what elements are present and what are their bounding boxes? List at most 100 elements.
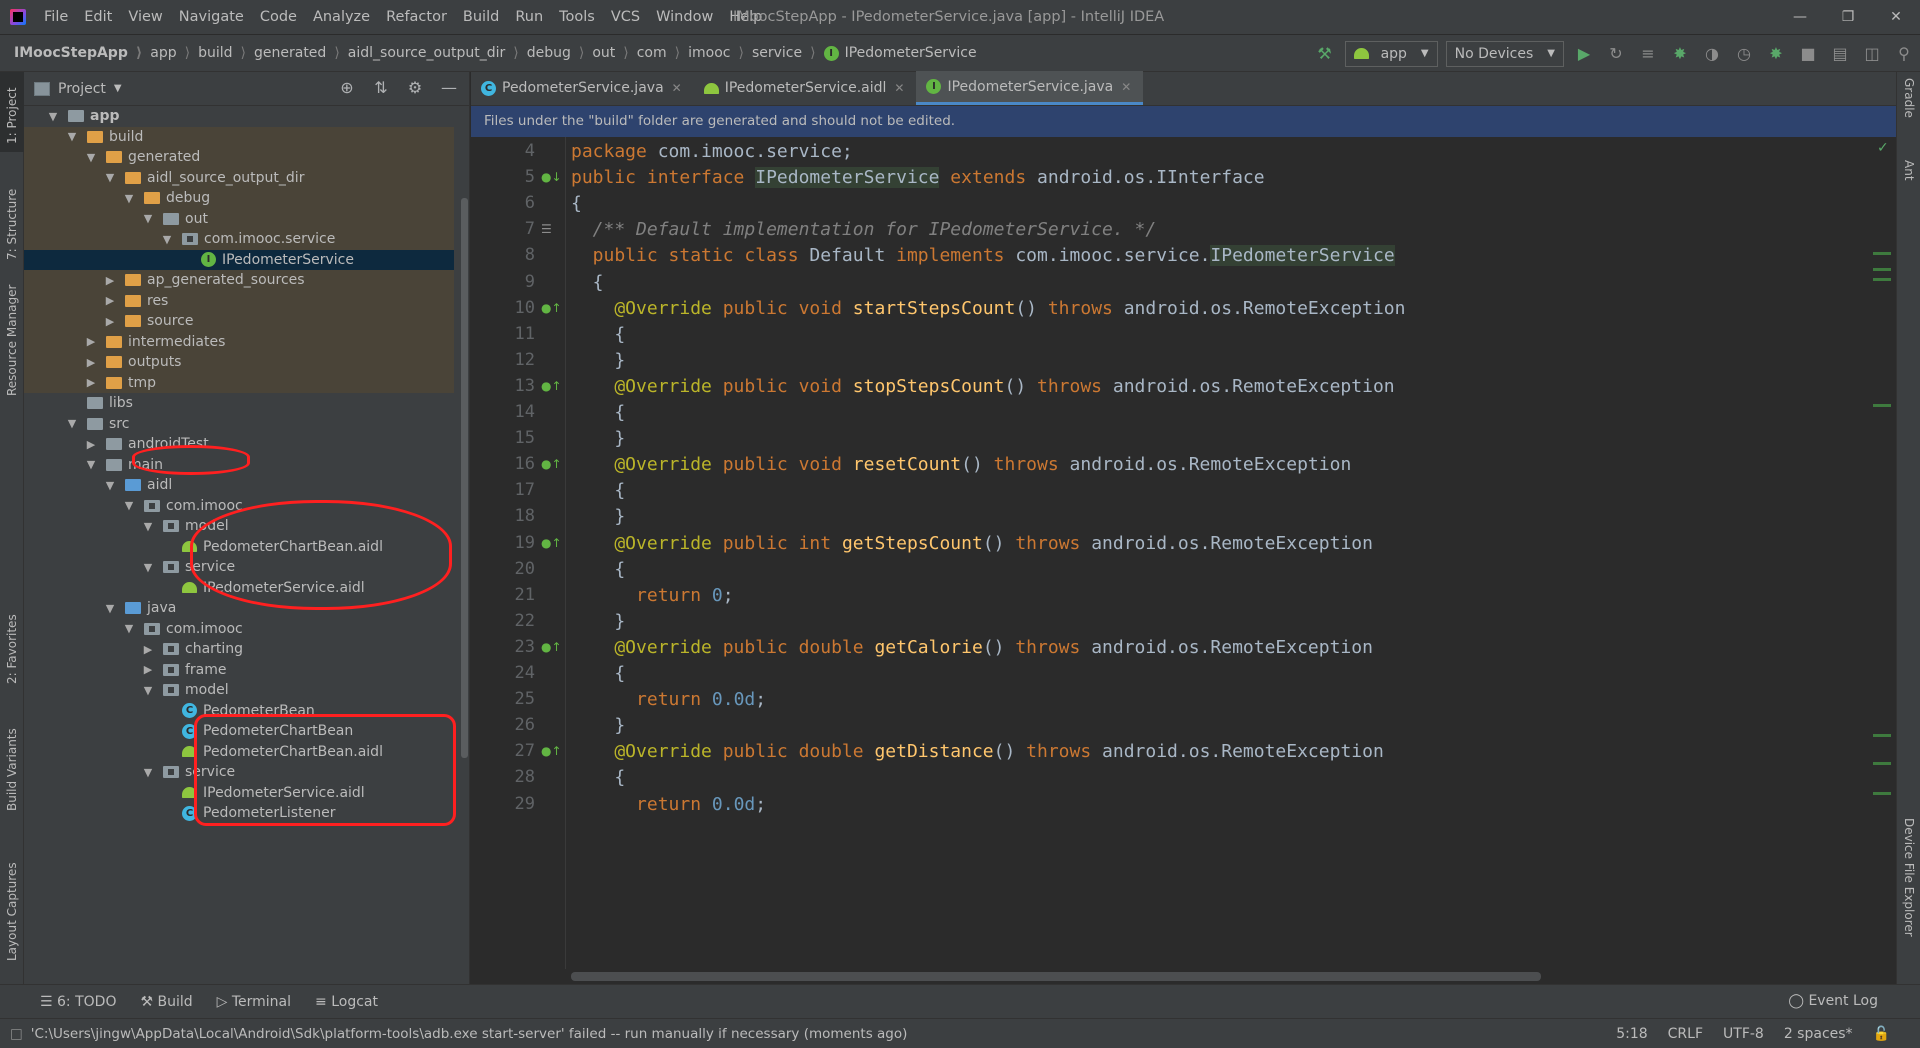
collapse-arrow-icon[interactable]: ▶	[84, 376, 98, 389]
render-doc-icon[interactable]: ☰	[541, 222, 552, 236]
project-panel-title[interactable]: Project	[58, 81, 106, 97]
tab-resource-manager[interactable]: Resource Manager	[0, 272, 24, 402]
tree-node[interactable]: ▶ res	[24, 290, 454, 311]
stop-icon[interactable]: ■	[1794, 40, 1822, 68]
breadcrumb-item[interactable]: aidl_source_output_dir ⟩	[348, 45, 527, 61]
menu-refactor[interactable]: Refactor	[378, 0, 455, 34]
expand-arrow-icon[interactable]: ▼	[65, 130, 79, 143]
restore-icon[interactable]: ❐	[1824, 0, 1872, 34]
expand-arrow-icon[interactable]: ▼	[65, 417, 79, 430]
menu-build[interactable]: Build	[455, 0, 507, 34]
expand-arrow-icon[interactable]: ▼	[122, 192, 136, 205]
minimize-icon[interactable]: —	[1776, 0, 1824, 34]
menu-edit[interactable]: Edit	[76, 0, 120, 34]
expand-arrow-icon[interactable]: ▼	[141, 212, 155, 225]
tree-node[interactable]: ▼ build	[24, 126, 454, 147]
tree-node[interactable]: ▼ debug	[24, 188, 454, 209]
tree-node[interactable]: ▶ tmp	[24, 372, 454, 393]
horizontal-scrollbar[interactable]	[571, 972, 1541, 981]
code-view[interactable]: 4 package com.imooc.service; 5 ●↓ public int…	[471, 137, 1896, 969]
tree-node[interactable]: ▶ ap_generated_sources	[24, 270, 454, 291]
tree-node[interactable]: ▶ source	[24, 311, 454, 332]
collapse-arrow-icon[interactable]: ▶	[141, 663, 155, 676]
collapse-all-icon[interactable]: ⇅	[369, 78, 393, 97]
terminal-button[interactable]: ▷ Terminal	[217, 994, 291, 1010]
tree-node[interactable]: ▼ out	[24, 208, 454, 229]
breadcrumb-item[interactable]: com ⟩	[637, 45, 688, 61]
menu-tools[interactable]: Tools	[551, 0, 603, 34]
tab-structure[interactable]: 7: Structure	[0, 168, 24, 268]
tab-project[interactable]: 1: Project	[0, 72, 24, 152]
locate-file-icon[interactable]: ⊕	[335, 78, 359, 97]
tree-node[interactable]: ▼ generated	[24, 147, 454, 168]
attach-debugger-icon[interactable]: ✸	[1762, 40, 1790, 68]
implemented-icon[interactable]: ●↓	[541, 170, 562, 184]
menu-window[interactable]: Window	[648, 0, 721, 34]
line-separator[interactable]: CRLF	[1668, 1026, 1703, 1042]
breadcrumb-item[interactable]: build ⟩	[198, 45, 254, 61]
debug-icon[interactable]: ✸	[1666, 40, 1694, 68]
gear-icon[interactable]: ⚙	[403, 78, 427, 97]
run-icon[interactable]: ▶	[1570, 40, 1598, 68]
override-icon[interactable]: ●↑	[541, 301, 562, 315]
collapse-arrow-icon[interactable]: ▶	[141, 643, 155, 656]
build-button[interactable]: ⚒ Build	[140, 994, 192, 1010]
tree-node[interactable]: I IPedometerService	[24, 249, 454, 270]
breadcrumb-item[interactable]: I IPedometerService	[823, 45, 977, 61]
tree-node[interactable]: ▶ outputs	[24, 352, 454, 373]
tree-node[interactable]: ▼ com.imooc.service	[24, 229, 454, 250]
rerun-icon[interactable]: ↻	[1602, 40, 1630, 68]
tree-node[interactable]: libs	[24, 393, 454, 414]
expand-arrow-icon[interactable]: ▼	[46, 110, 60, 123]
tab-build-variants[interactable]: Build Variants	[0, 707, 24, 817]
tree-node[interactable]: ▼ aidl_source_output_dir	[24, 167, 454, 188]
logcat-button[interactable]: ≡ Logcat	[315, 994, 378, 1010]
menu-file[interactable]: File	[36, 0, 76, 34]
tab-favorites[interactable]: 2: Favorites	[0, 592, 24, 692]
event-log-button[interactable]: ◯ Event Log	[1788, 993, 1878, 1009]
coverage-icon[interactable]: ◑	[1698, 40, 1726, 68]
tree-node[interactable]: ▼ src	[24, 414, 454, 435]
status-message[interactable]: 'C:\Users\jingw\AppData\Local\Android\Sd…	[31, 1026, 908, 1042]
menu-code[interactable]: Code	[252, 0, 305, 34]
apply-changes-icon[interactable]: ≡	[1634, 40, 1662, 68]
tree-node[interactable]: ▼ model	[24, 680, 454, 701]
expand-arrow-icon[interactable]: ▼	[122, 499, 136, 512]
tab-gradle[interactable]: Gradle	[1897, 72, 1920, 142]
tab-device-file-explorer[interactable]: Device File Explorer	[1897, 812, 1920, 972]
breadcrumb-item[interactable]: generated ⟩	[254, 45, 348, 61]
expand-arrow-icon[interactable]: ▼	[84, 458, 98, 471]
override-icon[interactable]: ●↑	[541, 379, 562, 393]
breadcrumb-item[interactable]: debug ⟩	[527, 45, 593, 61]
menu-run[interactable]: Run	[507, 0, 551, 34]
profile-icon[interactable]: ◷	[1730, 40, 1758, 68]
close-tab-icon[interactable]: ✕	[1121, 80, 1131, 94]
override-icon[interactable]: ●↑	[541, 744, 562, 758]
breadcrumb-item[interactable]: imooc ⟩	[688, 45, 752, 61]
close-tab-icon[interactable]: ✕	[672, 81, 682, 95]
expand-arrow-icon[interactable]: ▼	[141, 766, 155, 779]
sdk-manager-icon[interactable]: ▤	[1826, 40, 1854, 68]
tab-layout-captures[interactable]: Layout Captures	[0, 837, 24, 967]
collapse-arrow-icon[interactable]: ▶	[103, 274, 117, 287]
collapse-arrow-icon[interactable]: ▶	[84, 438, 98, 451]
breadcrumb-item[interactable]: app ⟩	[150, 45, 198, 61]
override-icon[interactable]: ●↑	[541, 536, 562, 550]
collapse-arrow-icon[interactable]: ▶	[103, 315, 117, 328]
status-toggle-icon[interactable]: □	[10, 1026, 23, 1042]
tree-node[interactable]: ▼ aidl	[24, 475, 454, 496]
indent-setting[interactable]: 2 spaces*	[1784, 1026, 1853, 1042]
expand-arrow-icon[interactable]: ▼	[141, 520, 155, 533]
project-structure-icon[interactable]: ◫	[1858, 40, 1886, 68]
project-scrollbar[interactable]	[461, 198, 468, 758]
search-icon[interactable]: ⚲	[1890, 40, 1918, 68]
breadcrumb-item[interactable]: IMoocStepApp ⟩	[14, 45, 150, 61]
chevron-down-icon[interactable]: ▼	[114, 83, 122, 94]
menu-view[interactable]: View	[120, 0, 170, 34]
collapse-arrow-icon[interactable]: ▶	[84, 356, 98, 369]
expand-arrow-icon[interactable]: ▼	[141, 684, 155, 697]
device-dropdown[interactable]: No Devices ▼	[1445, 40, 1564, 67]
menu-analyze[interactable]: Analyze	[305, 0, 378, 34]
expand-arrow-icon[interactable]: ▼	[84, 151, 98, 164]
breadcrumb-item[interactable]: out ⟩	[592, 45, 636, 61]
